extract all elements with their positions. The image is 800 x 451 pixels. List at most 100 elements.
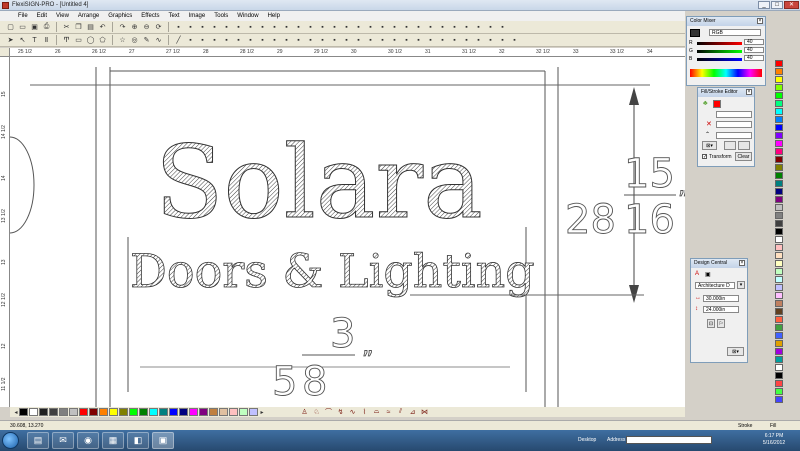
menu-effects[interactable]: Effects [141, 13, 159, 19]
toolbar-button-icon[interactable]: ▪ [246, 23, 255, 32]
open-icon[interactable]: ▭ [18, 23, 27, 32]
toolbar-button-icon[interactable]: ▪ [210, 36, 219, 45]
green-slider[interactable] [697, 50, 742, 53]
toolbar-button-icon[interactable]: ▪ [234, 36, 243, 45]
color-swatch[interactable] [19, 408, 28, 416]
distort-tool-icon[interactable]: ⌇ [360, 408, 369, 417]
color-swatch[interactable] [775, 196, 783, 203]
app-window-icon[interactable]: ▦ [102, 432, 124, 449]
line-style-select[interactable]: ⊠▾ [727, 347, 744, 356]
print-icon[interactable]: ⎙ [42, 23, 51, 32]
color-swatch[interactable] [775, 308, 783, 315]
color-swatch[interactable] [775, 300, 783, 307]
toolbar-button-icon[interactable]: ▪ [438, 23, 447, 32]
toolbar-button-icon[interactable]: ▪ [222, 23, 231, 32]
zoom-in-icon[interactable]: ⊕ [130, 23, 139, 32]
start-button[interactable] [2, 432, 19, 449]
bezier-icon[interactable]: ∿ [154, 36, 163, 45]
toolbar-button-icon[interactable]: ▪ [270, 23, 279, 32]
color-swatch[interactable] [775, 332, 783, 339]
red-value-field[interactable]: 40 [744, 39, 764, 45]
close-button[interactable]: ✕ [784, 1, 799, 9]
color-swatch[interactable] [775, 284, 783, 291]
toolbar-button-icon[interactable]: ▪ [294, 23, 303, 32]
toolbar-button-icon[interactable]: ▪ [402, 23, 411, 32]
toolbar-button-icon[interactable]: ▪ [258, 36, 267, 45]
toolbar-button-icon[interactable]: ▪ [306, 36, 315, 45]
logo-subtitle-text[interactable]: Doors & Lighting [130, 244, 535, 299]
color-swatch[interactable] [109, 408, 118, 416]
toolbar-button-icon[interactable]: ▪ [438, 36, 447, 45]
text-icon[interactable]: T [30, 36, 39, 45]
toolbar-button-icon[interactable]: ▪ [402, 36, 411, 45]
color-swatch[interactable] [775, 116, 783, 123]
color-swatch[interactable] [775, 204, 783, 211]
color-swatch[interactable] [775, 260, 783, 267]
clear-button[interactable]: Clear [735, 152, 752, 161]
color-swatch[interactable] [775, 84, 783, 91]
toolbar-button-icon[interactable]: ▪ [426, 23, 435, 32]
drawing-canvas[interactable]: Solara Doors & Lighting 28 15 16 ” 5 3 8… [10, 57, 685, 407]
color-swatch[interactable] [219, 408, 228, 416]
toolbar-button-icon[interactable]: ▪ [186, 23, 195, 32]
curve-tool-icon[interactable]: ∿ [348, 408, 357, 417]
color-swatch[interactable] [179, 408, 188, 416]
toolbar-button-icon[interactable]: ▪ [462, 23, 471, 32]
color-swatch[interactable] [139, 408, 148, 416]
green-value-field[interactable]: 40 [744, 47, 764, 53]
font-select[interactable]: Architecture D [695, 282, 735, 289]
blue-value-field[interactable]: 40 [744, 55, 764, 61]
user-icon[interactable]: ♙ [300, 408, 309, 417]
address-input[interactable] [626, 436, 712, 444]
color-swatch[interactable] [775, 108, 783, 115]
toolbar-button-icon[interactable]: ▪ [318, 36, 327, 45]
color-swatch[interactable] [99, 408, 108, 416]
desktop-toolbar-label[interactable]: Desktop [578, 437, 596, 443]
text-tab-icon[interactable]: A [695, 271, 699, 277]
toolbar-button-icon[interactable]: ▪ [378, 36, 387, 45]
blend-tool-icon[interactable]: ⋈ [420, 408, 429, 417]
shear-tool-icon[interactable]: ⫽ [396, 408, 405, 417]
color-swatch[interactable] [775, 276, 783, 283]
toolbar-button-icon[interactable]: ▪ [498, 36, 507, 45]
color-swatch[interactable] [775, 60, 783, 67]
blue-slider[interactable] [697, 58, 742, 61]
color-swatch[interactable] [249, 408, 258, 416]
toolbar-button-icon[interactable]: ▪ [414, 36, 423, 45]
height-field[interactable]: 24.000in [703, 306, 739, 313]
toolbar-button-icon[interactable]: ▪ [294, 36, 303, 45]
toolbar-button-icon[interactable]: ▪ [510, 36, 519, 45]
cap-style-button[interactable] [738, 141, 750, 150]
color-swatch[interactable] [775, 220, 783, 227]
spiral-icon[interactable]: ◎ [130, 36, 139, 45]
user-search-icon[interactable]: ♘ [312, 408, 321, 417]
toolbar-button-icon[interactable]: ▪ [486, 36, 495, 45]
toolbar-button-icon[interactable]: ▪ [450, 36, 459, 45]
toolbar-button-icon[interactable]: ▪ [450, 23, 459, 32]
menu-arrange[interactable]: Arrange [78, 13, 99, 19]
minimize-button[interactable]: _ [758, 1, 770, 9]
firefox-icon[interactable]: ◉ [77, 432, 99, 449]
transform-checkbox[interactable]: ✓ [702, 154, 707, 160]
color-swatch[interactable] [775, 124, 783, 131]
color-swatch[interactable] [775, 396, 783, 403]
toolbar-button-icon[interactable]: ▪ [354, 36, 363, 45]
select-icon[interactable]: ➤ [6, 36, 15, 45]
color-swatch[interactable] [29, 408, 38, 416]
color-swatch[interactable] [189, 408, 198, 416]
color-swatch[interactable] [775, 372, 783, 379]
new-icon[interactable]: ▢ [6, 23, 15, 32]
menu-file[interactable]: File [18, 13, 28, 19]
color-spectrum-bar[interactable] [690, 69, 762, 77]
app-window-icon[interactable]: ◧ [127, 432, 149, 449]
color-swatch[interactable] [239, 408, 248, 416]
toolbar-button-icon[interactable]: ▪ [474, 23, 483, 32]
stroke-type-select[interactable] [716, 121, 752, 128]
toolbar-button-icon[interactable]: ▪ [234, 23, 243, 32]
toolbar-button-icon[interactable]: ▪ [486, 23, 495, 32]
flag-button[interactable]: ⚐ [717, 319, 725, 328]
explorer-icon[interactable]: ▤ [27, 432, 49, 449]
bend-tool-icon[interactable]: ↯ [336, 408, 345, 417]
color-swatch[interactable] [79, 408, 88, 416]
color-swatch[interactable] [775, 268, 783, 275]
